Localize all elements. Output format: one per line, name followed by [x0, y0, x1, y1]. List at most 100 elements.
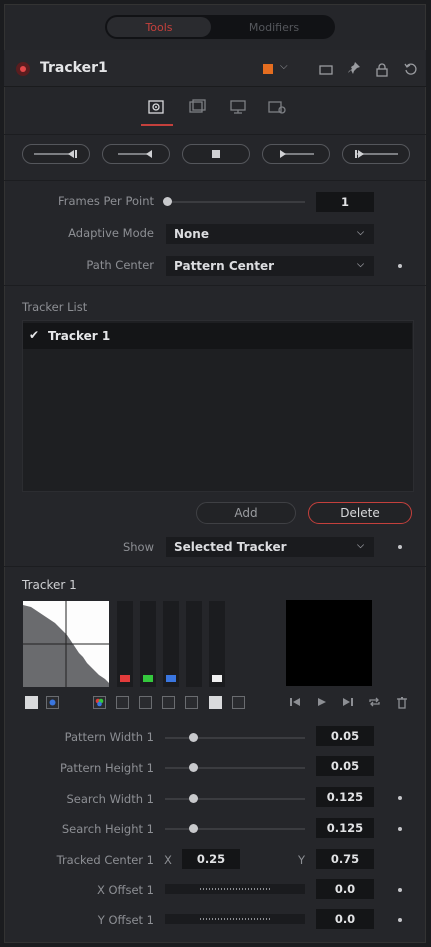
track-forward-button[interactable] — [262, 144, 330, 164]
loop-icon[interactable] — [368, 696, 381, 708]
color-swatch-button[interactable] — [46, 696, 59, 709]
alpha-channel-meter — [186, 601, 202, 687]
frames-per-point-input[interactable]: 1 — [316, 192, 374, 212]
divider — [4, 134, 426, 135]
pattern-waveform — [23, 601, 109, 687]
green-channel-meter — [140, 601, 156, 687]
tracker-page-icon[interactable] — [147, 99, 165, 115]
tracker-list-item-name: Tracker 1 — [48, 329, 111, 343]
frames-per-point-slider[interactable] — [165, 201, 305, 203]
frames-per-point-knob[interactable] — [163, 197, 172, 206]
y-offset-label: Y Offset 1 — [97, 913, 154, 927]
pattern-height-label: Pattern Height 1 — [59, 761, 154, 775]
tracked-center-label: Tracked Center 1 — [56, 853, 154, 867]
frames-per-point-label: Frames Per Point — [57, 194, 154, 208]
chevron-down-icon: ⌵ — [357, 260, 364, 270]
adaptive-mode-dropdown[interactable]: None ⌵ — [166, 224, 374, 244]
delete-tracker-button[interactable]: Delete — [308, 502, 412, 524]
pin-icon[interactable] — [347, 61, 361, 75]
pattern-graph-toggle-button[interactable] — [25, 696, 38, 709]
divider — [4, 566, 426, 567]
search-width-input[interactable]: 0.125 — [316, 787, 374, 807]
reset-icon[interactable] — [404, 62, 418, 76]
chevron-down-icon: ⌵ — [357, 541, 364, 551]
show-dropdown[interactable]: Selected Tracker ⌵ — [166, 537, 374, 557]
y-offset-input[interactable]: 0.0 — [316, 909, 374, 929]
path-center-value: Pattern Center — [174, 259, 275, 273]
x-offset-thumbwheel[interactable] — [165, 884, 305, 894]
play-icon[interactable] — [316, 696, 328, 708]
search-height-knob[interactable] — [189, 824, 198, 833]
path-center-dropdown[interactable]: Pattern Center ⌵ — [166, 256, 374, 276]
tab-modifiers[interactable]: Modifiers — [216, 17, 332, 37]
blue-channel-button[interactable] — [162, 696, 175, 709]
pattern-width-knob[interactable] — [189, 733, 198, 742]
rgb-channel-button[interactable] — [93, 696, 106, 709]
tracker-pattern-graph — [23, 601, 109, 687]
luminance-channel-meter — [209, 601, 225, 687]
adaptive-mode-label: Adaptive Mode — [68, 226, 154, 240]
alpha-channel-button[interactable] — [185, 696, 198, 709]
pattern-height-input[interactable]: 0.05 — [316, 756, 374, 776]
path-center-label: Path Center — [86, 258, 154, 272]
luminance-channel-button[interactable] — [209, 696, 222, 709]
red-channel-button[interactable] — [116, 696, 129, 709]
green-channel-button[interactable] — [139, 696, 152, 709]
keyframe-dot-icon[interactable] — [398, 545, 402, 549]
active-page-indicator — [141, 124, 173, 126]
track-forward-from-start-button[interactable] — [342, 144, 410, 164]
keyframe-dot-icon[interactable] — [398, 918, 402, 922]
add-tracker-button[interactable]: Add — [196, 502, 296, 524]
pattern-width-slider[interactable] — [165, 737, 305, 739]
blue-channel-meter — [163, 601, 179, 687]
divider — [4, 180, 426, 181]
tracker-section-title: Tracker 1 — [22, 578, 77, 592]
tracked-center-x-input[interactable]: 0.25 — [182, 849, 240, 869]
skip-to-end-icon[interactable] — [342, 696, 354, 708]
search-width-slider[interactable] — [165, 798, 305, 800]
skip-to-start-icon[interactable] — [289, 696, 301, 708]
red-channel-meter — [117, 601, 133, 687]
search-height-slider[interactable] — [165, 828, 305, 830]
color-icon — [49, 699, 56, 706]
version-icon[interactable] — [319, 63, 333, 77]
keyframe-dot-icon[interactable] — [398, 888, 402, 892]
tracked-center-y-input[interactable]: 0.75 — [316, 849, 374, 869]
pattern-height-slider[interactable] — [165, 767, 305, 769]
node-title: Tracker1 — [40, 60, 108, 76]
node-enable-toggle[interactable] — [16, 62, 30, 76]
show-value: Selected Tracker — [174, 540, 287, 554]
search-width-knob[interactable] — [189, 794, 198, 803]
trash-icon[interactable] — [396, 696, 408, 709]
x-offset-input[interactable]: 0.0 — [316, 879, 374, 899]
pattern-width-input[interactable]: 0.05 — [316, 726, 374, 746]
chevron-down-icon[interactable]: ⌵ — [280, 61, 288, 72]
track-reverse-icon — [118, 150, 152, 158]
operation-page-icon[interactable] — [188, 99, 206, 115]
display-page-icon[interactable] — [229, 99, 247, 115]
pattern-width-label: Pattern Width 1 — [64, 730, 154, 744]
track-forward-icon — [280, 150, 314, 158]
x-offset-label: X Offset 1 — [96, 883, 154, 897]
keyframe-dot-icon[interactable] — [398, 827, 402, 831]
settings-page-icon[interactable] — [268, 99, 286, 115]
search-height-input[interactable]: 0.125 — [316, 818, 374, 838]
track-reverse-button[interactable] — [102, 144, 170, 164]
track-reverse-from-end-button[interactable] — [22, 144, 90, 164]
pattern-preview — [286, 600, 372, 686]
node-color-swatch[interactable] — [263, 64, 273, 74]
stop-tracking-button[interactable] — [182, 144, 250, 164]
search-height-label: Search Height 1 — [61, 822, 154, 836]
tab-tools[interactable]: Tools — [107, 17, 211, 37]
divider — [4, 285, 426, 286]
tracked-center-x-label: X — [164, 853, 172, 867]
y-offset-thumbwheel[interactable] — [165, 914, 305, 924]
tracked-center-y-label: Y — [298, 853, 306, 867]
lock-icon[interactable] — [375, 63, 389, 77]
pattern-height-knob[interactable] — [189, 763, 198, 772]
checkmark-icon[interactable]: ✔ — [29, 328, 39, 342]
search-width-label: Search Width 1 — [66, 792, 154, 806]
keyframe-dot-icon[interactable] — [398, 264, 402, 268]
keyframe-dot-icon[interactable] — [398, 796, 402, 800]
auto-channel-button[interactable] — [232, 696, 245, 709]
